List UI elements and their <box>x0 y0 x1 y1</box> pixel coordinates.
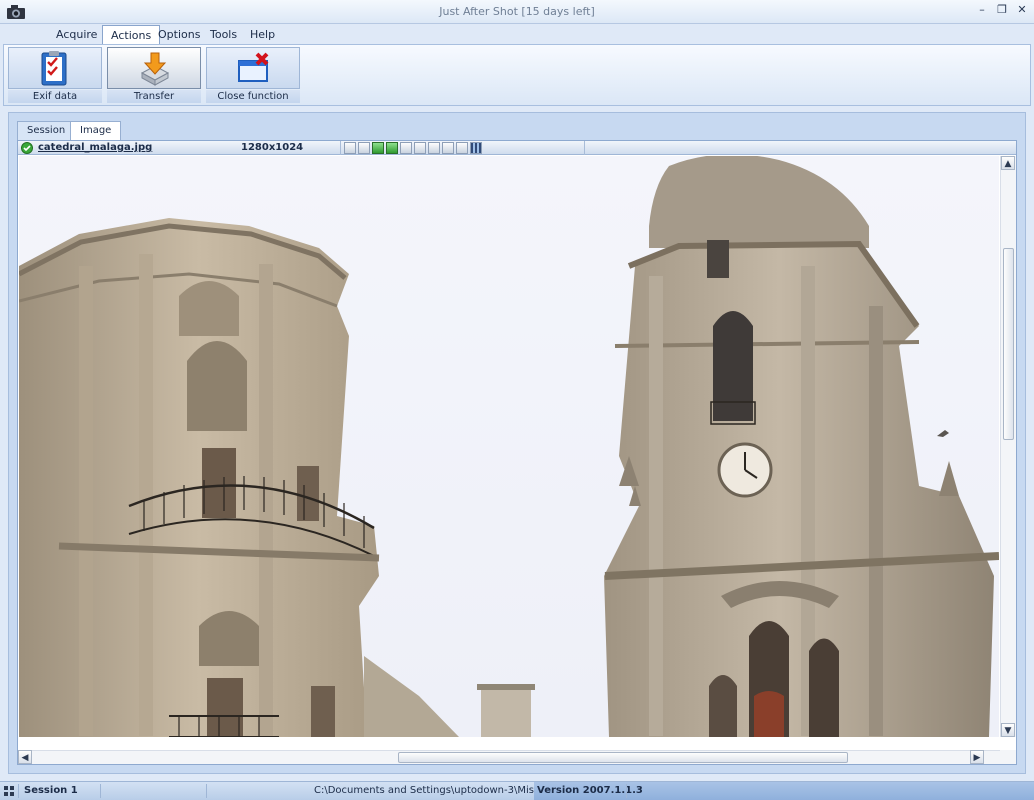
vertical-scroll-thumb[interactable] <box>1003 248 1014 440</box>
image-info-bar: catedral_malaga.jpg 1280x1024 <box>18 141 1016 155</box>
scroll-up-icon[interactable]: ▲ <box>1001 156 1015 170</box>
menu-acquire[interactable]: Acquire <box>48 25 105 44</box>
status-bar: Session 1 C:\Documents and Settings\upto… <box>0 781 1034 800</box>
minimize-button[interactable]: – <box>976 4 988 16</box>
menu-options[interactable]: Options <box>150 25 208 44</box>
image-dimensions: 1280x1024 <box>241 142 304 153</box>
scroll-right-icon[interactable]: ▶ <box>970 750 984 764</box>
exif-data-label: Exif data <box>8 90 102 103</box>
image-viewer: catedral_malaga.jpg 1280x1024 ▲ ▼ ◀ ▶ <box>17 140 1017 765</box>
horizontal-scrollbar[interactable]: ◀ ▶ <box>18 750 1000 764</box>
transfer-arrow-icon <box>140 52 170 86</box>
menu-help[interactable]: Help <box>242 25 283 44</box>
copy-icon[interactable] <box>456 142 468 154</box>
scroll-left-icon[interactable]: ◀ <box>18 750 32 764</box>
close-window-icon <box>238 52 269 82</box>
menu-tools[interactable]: Tools <box>202 25 245 44</box>
play-icon[interactable] <box>372 142 384 154</box>
vertical-scrollbar[interactable]: ▲ ▼ <box>1000 156 1016 737</box>
previous-image-icon[interactable] <box>358 142 370 154</box>
cathedral-photo <box>19 156 999 737</box>
window-title: Just After Shot [15 days left] <box>439 5 595 18</box>
first-image-icon[interactable] <box>344 142 356 154</box>
main-panel: Session Image catedral_malaga.jpg 1280x1… <box>8 112 1026 774</box>
rotate-left-icon[interactable] <box>428 142 440 154</box>
tab-session[interactable]: Session <box>17 121 76 140</box>
close-function-label: Close function <box>206 90 300 103</box>
menu-bar: Acquire Actions Options Tools Help <box>0 24 1034 44</box>
check-circle-icon <box>21 142 33 154</box>
next-image-icon[interactable] <box>386 142 398 154</box>
scroll-down-icon[interactable]: ▼ <box>1001 723 1015 737</box>
image-toolbar <box>344 142 482 154</box>
horizontal-scroll-thumb[interactable] <box>398 752 848 763</box>
rotate-right-icon[interactable] <box>442 142 454 154</box>
tab-image[interactable]: Image <box>70 121 122 140</box>
title-bar: Just After Shot [15 days left] – ❐ ✕ <box>0 0 1034 24</box>
grid-icon <box>4 786 14 796</box>
exif-data-button[interactable]: Exif data <box>8 47 102 103</box>
image-filename: catedral_malaga.jpg <box>38 142 153 153</box>
scroll-corner <box>1000 750 1016 764</box>
filmstrip-icon[interactable] <box>470 142 482 154</box>
path-status: C:\Documents and Settings\uptodown-3\Mis <box>314 785 534 796</box>
edit-icon[interactable] <box>414 142 426 154</box>
session-status: Session 1 <box>24 785 78 796</box>
actions-toolbar: Exif data Transfer Close function <box>3 44 1031 106</box>
save-icon[interactable] <box>400 142 412 154</box>
clipboard-checklist-icon <box>41 51 67 86</box>
transfer-button[interactable]: Transfer <box>107 47 201 103</box>
close-button[interactable]: ✕ <box>1016 4 1028 16</box>
close-function-button[interactable]: Close function <box>206 47 300 103</box>
restore-button[interactable]: ❐ <box>996 4 1008 16</box>
transfer-label: Transfer <box>107 90 201 103</box>
